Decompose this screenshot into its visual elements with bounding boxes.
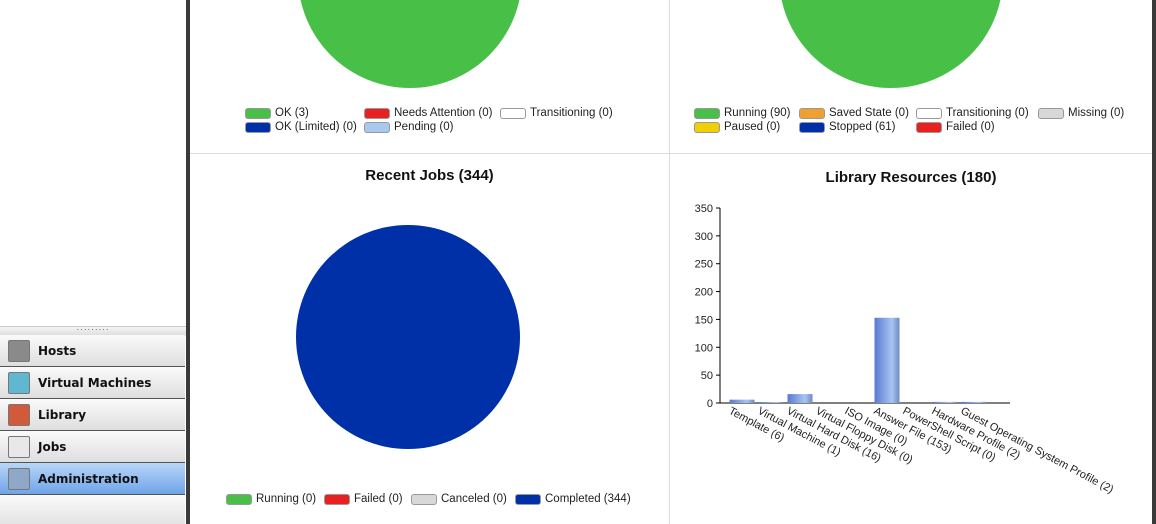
y-tick-label: 300 (695, 231, 713, 243)
legend-item: OK (Limited) (0) (245, 121, 357, 133)
legend-label: Failed (0) (946, 121, 995, 133)
nav-overflow-area (0, 495, 185, 524)
legend-item: Paused (0) (694, 121, 780, 133)
legend-swatch (245, 107, 271, 119)
window-border (1152, 0, 1156, 524)
nav-item-virtual-machines[interactable]: Virtual Machines (0, 367, 185, 399)
y-tick-label: 100 (695, 342, 713, 354)
legend-item: Saved State (0) (799, 107, 909, 119)
legend-swatch (515, 493, 541, 505)
legend-item: Failed (0) (324, 493, 403, 505)
nav-item-hosts[interactable]: Hosts (0, 335, 185, 367)
legend-item: Completed (344) (515, 493, 631, 505)
bar (874, 317, 900, 403)
legend-swatch (324, 493, 350, 505)
legend-swatch (1038, 107, 1064, 119)
legend-label: Needs Attention (0) (394, 107, 493, 119)
books-icon (8, 403, 30, 426)
legend-swatch (411, 493, 437, 505)
bar (729, 399, 755, 403)
bar (758, 402, 784, 403)
clipboard-icon (8, 435, 30, 458)
legend-item: OK (3) (245, 107, 309, 119)
legend-label: Stopped (61) (829, 121, 896, 133)
legend-item: Pending (0) (364, 121, 453, 133)
legend-item: Running (0) (226, 493, 316, 505)
bar (961, 401, 987, 403)
legend-item: Running (90) (694, 107, 790, 119)
legend-label: Paused (0) (724, 121, 781, 133)
bar (932, 401, 958, 403)
nav-item-label: Jobs (38, 439, 67, 454)
legend-item: Transitioning (0) (500, 107, 613, 119)
bar (787, 394, 813, 403)
recent-jobs-pie (296, 225, 520, 449)
legend-item: Failed (0) (916, 121, 995, 133)
server-icon (8, 339, 30, 362)
nav-item-label: Administration (38, 471, 139, 486)
legend-label: Transitioning (0) (530, 107, 613, 119)
legend-swatch (694, 121, 720, 133)
nav-item-administration[interactable]: Administration (0, 463, 185, 495)
legend-label: OK (Limited) (0) (275, 121, 357, 133)
panel-divider (190, 153, 1152, 154)
legend-label: Canceled (0) (441, 493, 507, 505)
nav-item-label: Library (38, 407, 87, 422)
legend-swatch (500, 107, 526, 119)
legend-label: Completed (344) (545, 493, 631, 505)
legend-swatch (364, 107, 390, 119)
y-tick-label: 350 (695, 203, 713, 215)
legend-swatch (916, 107, 942, 119)
legend-item: Stopped (61) (799, 121, 896, 133)
recent-jobs-title: Recent Jobs (344) (365, 167, 494, 184)
nav-item-jobs[interactable]: Jobs (0, 431, 185, 463)
legend-swatch (245, 121, 271, 133)
y-tick-label: 200 (695, 287, 713, 299)
legend-swatch (799, 121, 825, 133)
legend-swatch (916, 121, 942, 133)
legend-label: Missing (0) (1068, 107, 1125, 119)
sidebar-border (186, 0, 190, 524)
nav-item-library[interactable]: Library (0, 399, 185, 431)
legend-label: Saved State (0) (829, 107, 909, 119)
vm-status-pie (779, 0, 1003, 88)
legend-label: Transitioning (0) (946, 107, 1029, 119)
y-tick-label: 250 (695, 259, 713, 271)
legend-label: Failed (0) (354, 493, 403, 505)
host-status-pie (298, 0, 522, 88)
legend-swatch (364, 121, 390, 133)
legend-swatch (799, 107, 825, 119)
legend-label: Pending (0) (394, 121, 454, 133)
virtual-machines-icon (8, 371, 30, 394)
legend-item: Missing (0) (1038, 107, 1124, 119)
legend-label: OK (3) (275, 107, 309, 119)
y-tick-label: 50 (701, 370, 713, 382)
legend-label: Running (0) (256, 493, 317, 505)
legend-item: Canceled (0) (411, 493, 507, 505)
library-resources-title: Library Resources (180) (825, 169, 997, 186)
legend-item: Needs Attention (0) (364, 107, 492, 119)
legend-swatch (694, 107, 720, 119)
y-tick-label: 150 (695, 314, 713, 326)
legend-label: Running (90) (724, 107, 791, 119)
tools-icon (8, 467, 30, 490)
legend-item: Transitioning (0) (916, 107, 1029, 119)
y-tick-label: 0 (707, 398, 713, 410)
legend-swatch (226, 493, 252, 505)
nav-item-label: Hosts (38, 343, 77, 358)
nav-item-label: Virtual Machines (38, 375, 152, 390)
library-resources-chart: 050100150200250300350Template (6)Virtual… (695, 203, 1116, 496)
